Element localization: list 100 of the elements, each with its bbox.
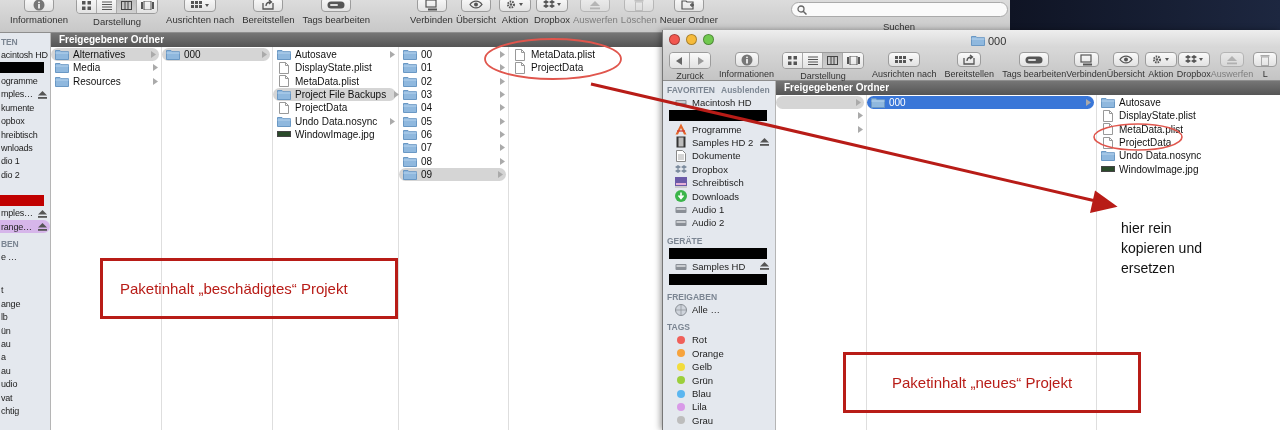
sidebar-item[interactable]: wnloads [0,141,50,155]
toolbar-button[interactable] [24,0,55,12]
segmented-control[interactable] [76,0,159,14]
sidebar-item[interactable]: Alle … [663,302,775,317]
sidebar-item[interactable]: vat [0,390,50,405]
sidebar-item[interactable]: mples… [0,206,50,220]
sidebar-item[interactable]: Lila [663,400,775,414]
sidebar-item[interactable]: ogramme [0,74,50,88]
file-row[interactable]: 000 [162,48,270,62]
toolbar-button[interactable] [499,0,532,12]
file-row[interactable]: Undo Data.nosync [273,114,398,128]
toolbar-button[interactable] [321,0,352,12]
sidebar-item[interactable]: mples… [0,87,50,102]
minimize-button[interactable] [686,33,697,45]
sidebar-item[interactable]: Downloads [663,189,775,203]
toolbar-button[interactable] [253,0,284,12]
file-row[interactable]: DisplayState.plist [1097,109,1203,123]
view-mode-button[interactable] [97,0,118,13]
sidebar-item[interactable]: kumente [0,101,50,115]
file-row[interactable]: Autosave [273,48,398,62]
view-mode-button[interactable] [783,53,804,68]
file-row[interactable]: 000 [867,96,1094,110]
sidebar-item[interactable]: Schreibtisch [663,175,775,190]
sidebar-item[interactable]: dio 2 [0,168,50,182]
file-row[interactable]: MetaData.plist [273,74,366,88]
toolbar-button[interactable] [536,0,568,12]
toolbar-button[interactable] [460,0,491,12]
toolbar-button[interactable] [957,52,982,67]
file-row[interactable]: Undo Data.nosync [1097,149,1209,163]
forward-button[interactable] [690,53,710,68]
toolbar-button[interactable] [184,0,217,12]
back-button[interactable] [670,53,690,68]
file-row[interactable]: ProjectData [509,61,591,75]
sidebar-item[interactable]: Audio 1 [663,202,775,217]
file-row[interactable]: 08 [399,154,508,168]
view-mode-button[interactable] [137,0,158,13]
file-row[interactable]: 06 [399,127,508,142]
sidebar-item[interactable]: a [0,350,50,365]
sidebar-item[interactable]: opbox [0,114,50,128]
toolbar-button[interactable] [1112,52,1139,67]
view-mode-button[interactable] [77,0,98,13]
sidebar-item[interactable]: t [0,283,50,298]
view-mode-button[interactable] [823,53,844,68]
file-row[interactable]: 05 [399,114,508,128]
sidebar-item[interactable]: Grün [663,373,775,387]
view-mode-button[interactable] [843,53,864,68]
sidebar-item[interactable]: hreibtisch [0,127,50,142]
sidebar-item[interactable]: Blau [663,386,775,401]
toolbar-button[interactable] [1073,52,1099,67]
file-row[interactable]: 09 [399,167,506,181]
search-field[interactable] [790,2,1008,17]
file-row[interactable]: 00 [399,48,508,62]
sidebar-item[interactable]: e … [0,250,50,264]
toolbar-button[interactable] [734,52,759,67]
sidebar-item[interactable]: Orange [663,346,775,361]
sidebar-item[interactable]: Gelb [663,360,775,374]
sidebar-item[interactable]: au [0,337,50,351]
file-row[interactable]: Alternatives [51,48,159,62]
file-row[interactable]: Media [51,61,161,75]
sidebar-item[interactable]: lb [0,310,50,324]
file-row[interactable]: WindowImage.jpg [1097,162,1206,176]
sidebar-item[interactable]: acintosh HD [0,48,50,62]
file-row[interactable]: ProjectData [273,101,355,115]
sidebar-item[interactable]: dio 1 [0,154,50,169]
toolbar-button[interactable] [1177,52,1210,67]
sidebar-item[interactable]: Dropbox [663,162,775,176]
view-mode-button[interactable] [803,53,824,68]
sidebar-item[interactable]: udio [0,377,50,391]
sidebar-item[interactable]: ün [0,323,50,338]
toolbar-button[interactable] [1144,52,1177,67]
sidebar-item[interactable]: Samples HD 2 [663,135,775,150]
sidebar-item[interactable]: Audio 2 [663,216,775,230]
file-row[interactable]: 03 [399,87,508,102]
file-row[interactable]: Project File Backups [273,87,396,102]
sidebar-item[interactable]: au [0,364,50,378]
file-row[interactable]: WindowImage.jpg [273,127,382,142]
sidebar-item[interactable]: Rot [663,333,775,347]
file-row[interactable]: ProjectData [1097,135,1179,150]
file-row[interactable]: Autosave [1097,96,1168,110]
sidebar-item[interactable]: Grau [663,413,775,428]
toolbar-button[interactable] [416,0,447,12]
close-button[interactable] [669,33,680,45]
file-row[interactable]: 01 [399,61,508,75]
sidebar-item[interactable]: chtig [0,404,50,418]
sidebar-item[interactable]: Samples HD [663,259,775,273]
file-row[interactable]: Resources [51,74,161,88]
sidebar-item[interactable]: Programme [663,122,775,136]
file-row[interactable]: MetaData.plist [509,48,602,62]
segmented-control[interactable] [782,52,865,69]
file-row[interactable]: 07 [399,141,508,155]
file-row[interactable]: 02 [399,74,508,88]
segmented-control[interactable] [669,52,711,69]
file-row[interactable]: 04 [399,101,508,115]
toolbar-button[interactable] [673,0,704,12]
sidebar-item[interactable]: ange [0,297,50,311]
file-row[interactable]: DisplayState.plist [273,61,379,75]
view-mode-button[interactable] [117,0,138,13]
toolbar-button[interactable] [1019,52,1050,67]
sidebar-item[interactable]: range… [0,219,50,234]
toolbar-button[interactable] [888,52,921,67]
